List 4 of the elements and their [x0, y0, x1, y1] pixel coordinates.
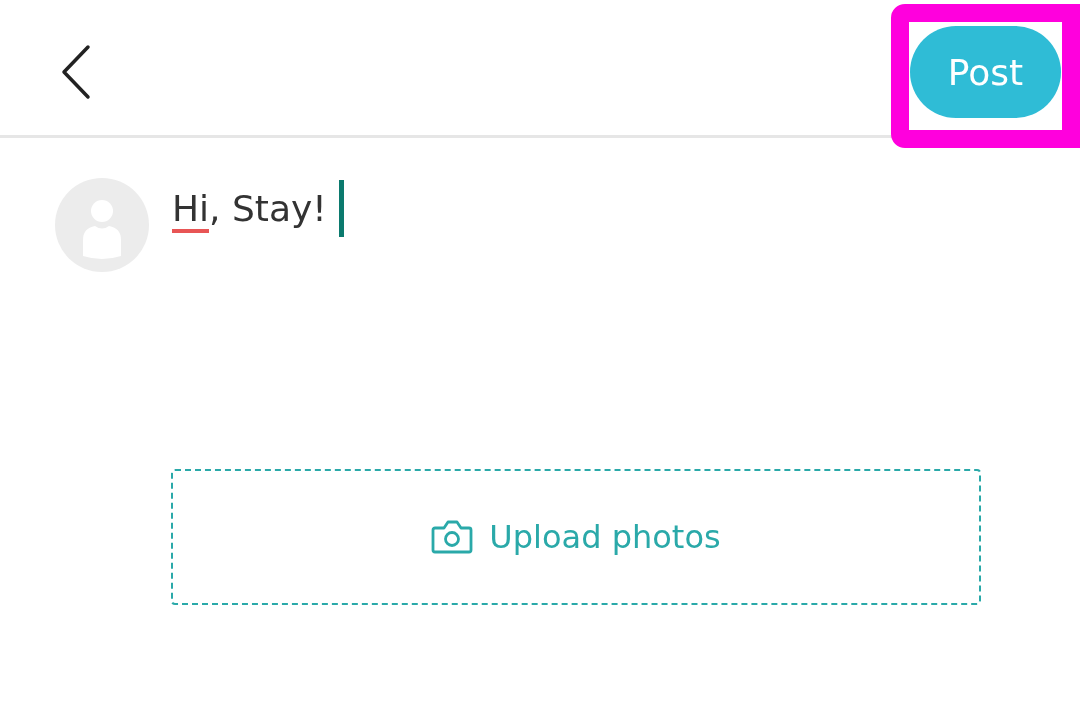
post-button[interactable]: Post	[910, 26, 1061, 118]
camera-icon	[431, 519, 474, 555]
upload-photos-button[interactable]: Upload photos	[171, 469, 981, 605]
post-text-field[interactable]: Hi, Stay!	[172, 180, 327, 237]
